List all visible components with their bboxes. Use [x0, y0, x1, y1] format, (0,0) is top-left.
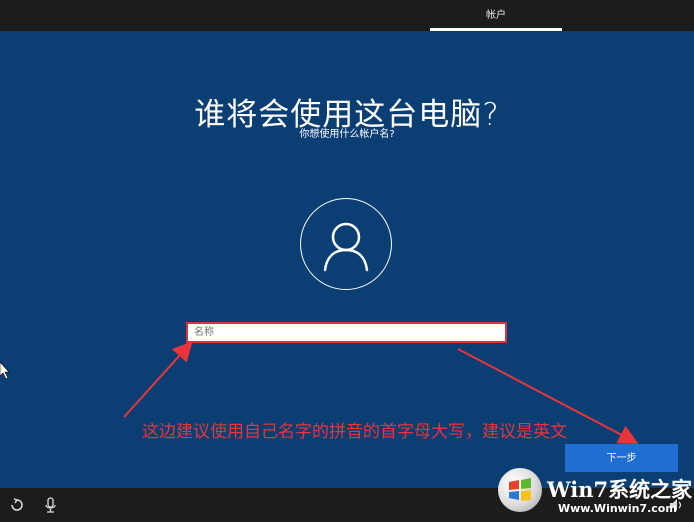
user-icon — [323, 222, 369, 272]
watermark-url: Www.Winwin7.com — [558, 502, 677, 515]
annotation-text: 这边建议使用自己名字的拼音的首字母大写，建议是英文 — [142, 422, 567, 442]
account-name-input[interactable] — [186, 322, 507, 343]
tab-account[interactable]: 帐户 — [430, 0, 562, 31]
main-panel: 谁将会使用这台电脑? 你想使用什么帐户名? 这边建议使用自己名字的拼音的首字母大… — [0, 31, 694, 488]
mouse-pointer-icon — [0, 361, 10, 380]
watermark-brand: Win7系统之家 — [547, 477, 693, 502]
arrow-to-input — [123, 341, 193, 418]
microphone-icon[interactable] — [43, 497, 59, 513]
windows-logo-icon — [498, 468, 542, 512]
user-avatar — [300, 198, 392, 290]
top-bar: 帐户 — [0, 0, 694, 31]
next-button[interactable]: 下一步 — [565, 444, 678, 472]
page-subtitle: 你想使用什么帐户名? — [299, 129, 395, 140]
ease-of-access-icon[interactable] — [9, 497, 25, 513]
